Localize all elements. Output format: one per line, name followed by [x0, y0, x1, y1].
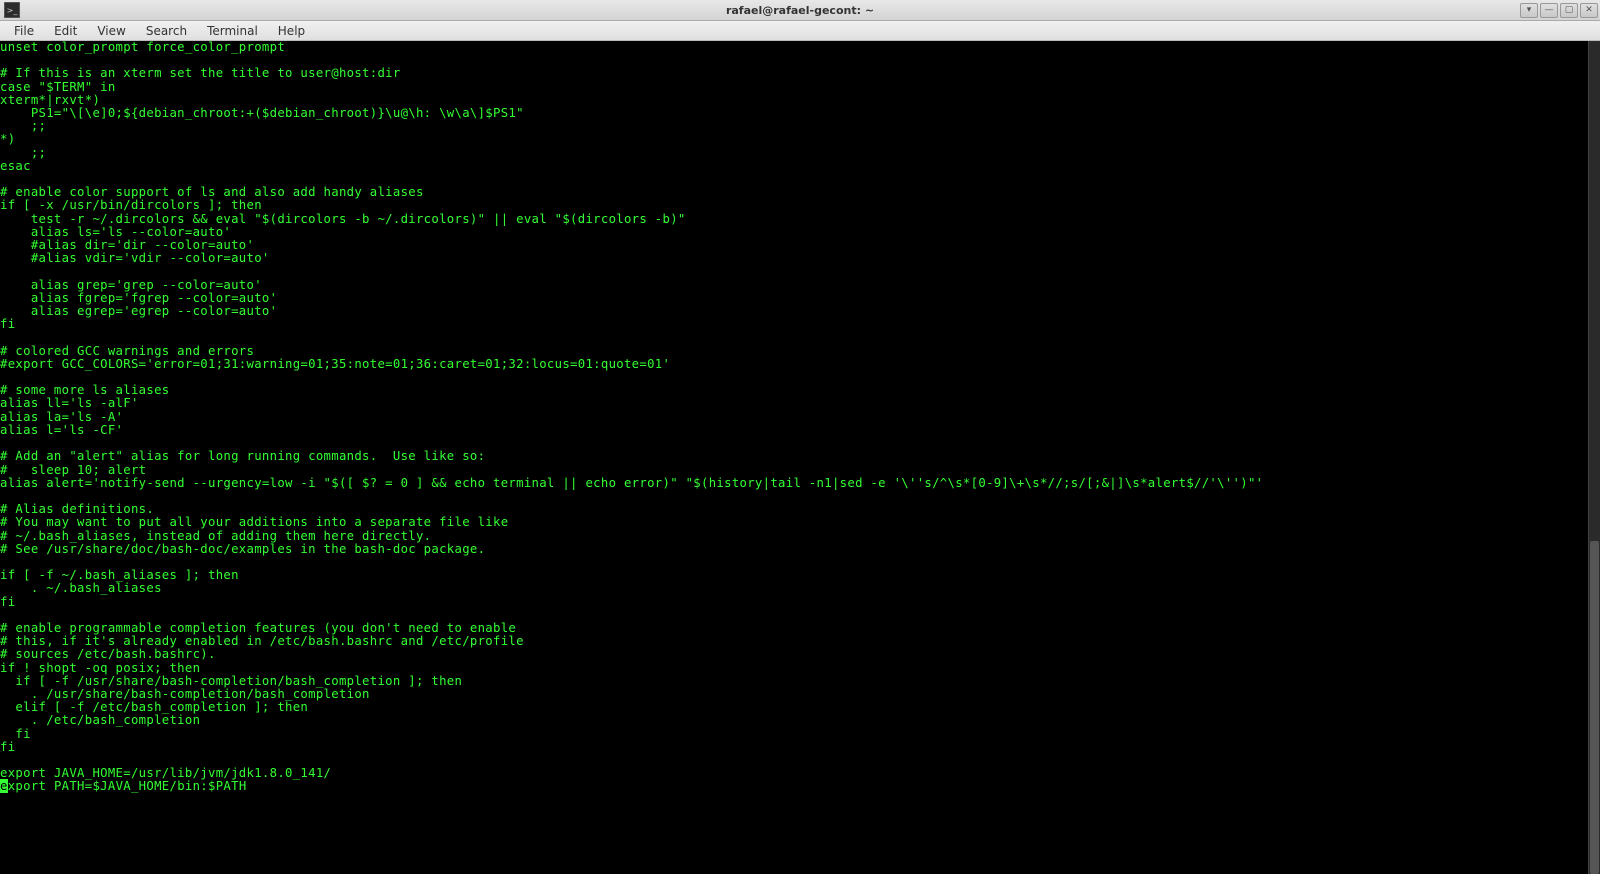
window-maximize-button[interactable]: ▢	[1560, 3, 1578, 18]
window-close-button[interactable]: ✕	[1580, 3, 1598, 18]
terminal-scrollbar[interactable]	[1588, 41, 1600, 874]
menu-help[interactable]: Help	[268, 22, 315, 40]
terminal-app-icon: >_	[4, 2, 20, 18]
menubar: File Edit View Search Terminal Help	[0, 21, 1600, 41]
scrollbar-thumb[interactable]	[1590, 541, 1599, 874]
window-always-on-top-button[interactable]: ▾	[1520, 3, 1538, 18]
window-controls: ▾ — ▢ ✕	[1520, 3, 1598, 18]
menu-terminal[interactable]: Terminal	[197, 22, 268, 40]
menu-search[interactable]: Search	[136, 22, 197, 40]
menu-file[interactable]: File	[4, 22, 44, 40]
terminal-area: unset color_prompt force_color_prompt # …	[0, 41, 1600, 874]
terminal-content[interactable]: unset color_prompt force_color_prompt # …	[0, 41, 1588, 874]
menu-edit[interactable]: Edit	[44, 22, 87, 40]
window-titlebar: >_ rafael@rafael-gecont: ~ ▾ — ▢ ✕	[0, 0, 1600, 21]
menu-view[interactable]: View	[87, 22, 135, 40]
window-minimize-button[interactable]: —	[1540, 3, 1558, 18]
window-title: rafael@rafael-gecont: ~	[726, 4, 874, 17]
